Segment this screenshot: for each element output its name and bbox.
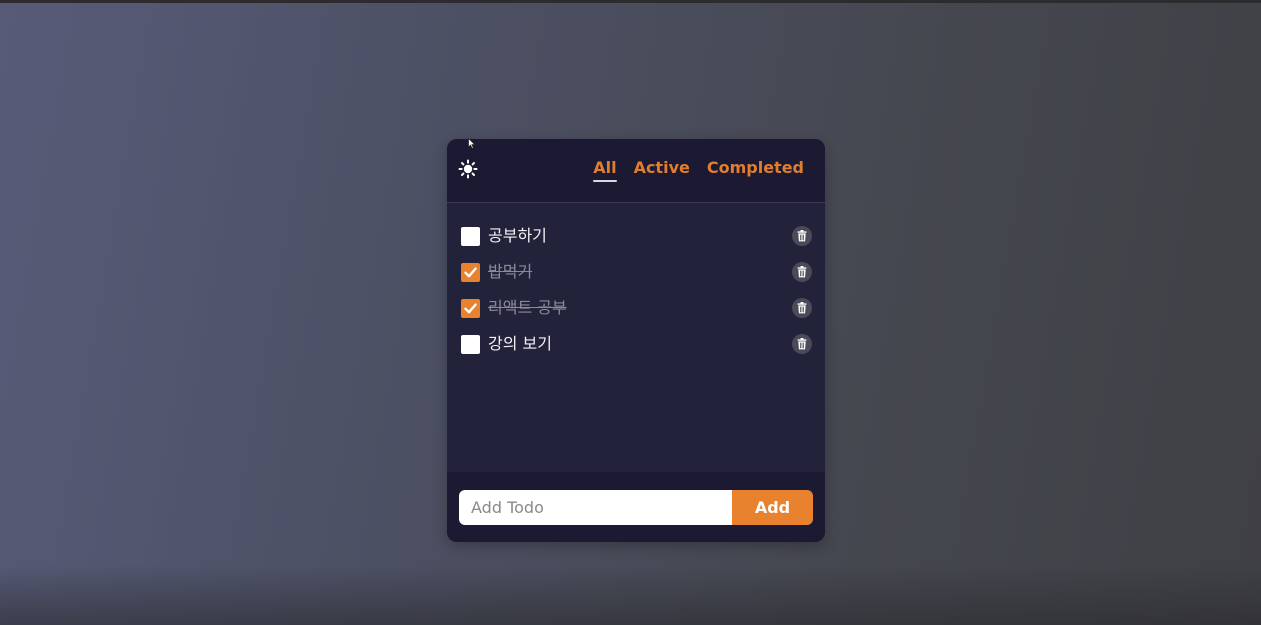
trash-icon[interactable]: [792, 226, 812, 246]
tab-active[interactable]: Active: [634, 158, 690, 178]
top-window-strip: [0, 0, 1261, 3]
add-todo-input[interactable]: [459, 490, 732, 525]
checkmark-icon: [464, 303, 477, 314]
trash-icon[interactable]: [792, 334, 812, 354]
filter-tabs: All Active Completed: [593, 158, 804, 182]
todo-checkbox[interactable]: [461, 263, 480, 282]
todo-item: 공부하기: [447, 220, 825, 256]
todo-item: 밥먹기: [447, 256, 825, 292]
checkmark-icon: [464, 267, 477, 278]
bottom-shade: [0, 565, 1261, 625]
tab-completed[interactable]: Completed: [707, 158, 804, 178]
sun-icon[interactable]: [458, 159, 478, 179]
todo-list: 공부하기 밥먹기 리액트 공부 강의 보기: [447, 220, 825, 364]
mouse-cursor-icon: [468, 138, 476, 149]
todo-card: All Active Completed 공부하기 밥먹기 리액트 공부 강의 …: [447, 139, 825, 542]
todo-text: 밥먹기: [488, 262, 533, 281]
todo-checkbox[interactable]: [461, 335, 480, 354]
add-button[interactable]: Add: [732, 490, 813, 525]
todo-text: 리액트 공부: [488, 298, 567, 317]
todo-checkbox[interactable]: [461, 227, 480, 246]
todo-item: 리액트 공부: [447, 292, 825, 328]
header: All Active Completed: [447, 139, 825, 203]
add-todo-form: Add: [447, 472, 825, 542]
todo-text: 강의 보기: [488, 334, 552, 353]
trash-icon[interactable]: [792, 262, 812, 282]
todo-checkbox[interactable]: [461, 299, 480, 318]
trash-icon[interactable]: [792, 298, 812, 318]
todo-text: 공부하기: [488, 226, 547, 245]
todo-item: 강의 보기: [447, 328, 825, 364]
tab-all[interactable]: All: [593, 158, 617, 182]
